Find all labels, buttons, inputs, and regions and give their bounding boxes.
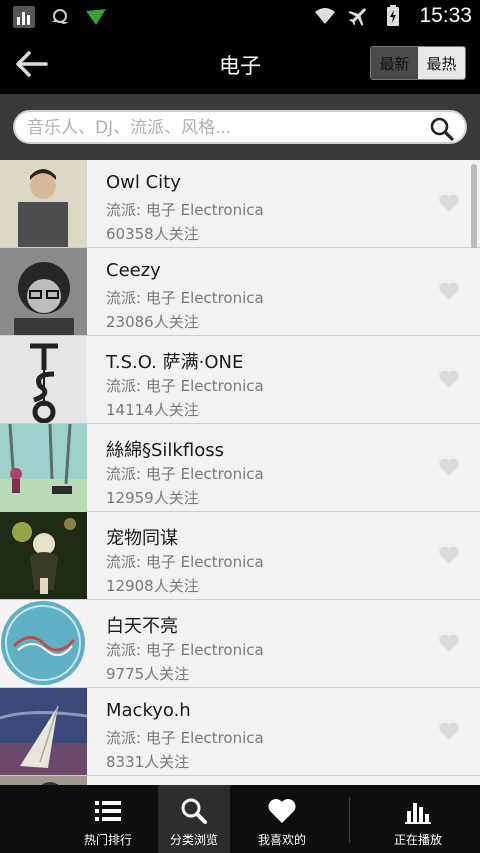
search-icon[interactable] xyxy=(429,116,455,142)
nav-label: 我喜欢的 xyxy=(257,833,306,847)
artist-name: 宠物同谋 xyxy=(106,528,178,549)
follower-count: 12959人关注 xyxy=(106,489,199,507)
artist-genre: 流派: 电子 Electronica xyxy=(106,729,264,747)
artist-genre: 流派: 电子 Electronica xyxy=(106,289,264,307)
favorite-heart-icon[interactable] xyxy=(438,633,460,653)
sort-newest-button[interactable]: 最新 xyxy=(371,47,418,79)
status-bar: 15:33 xyxy=(0,0,480,33)
artist-name: 白天不亮 xyxy=(106,616,178,637)
nav-category-browse[interactable]: 分类浏览 xyxy=(158,785,230,853)
list-item[interactable]: T.S.O. 萨满·ONE 流派: 电子 Electronica 14114人关… xyxy=(0,336,480,424)
nav-hot-ranking[interactable]: 热门排行 xyxy=(70,785,146,853)
list-item[interactable]: 白天不亮 流派: 电子 Electronica 9775人关注 xyxy=(0,600,480,688)
sort-toggle: 最新 最热 xyxy=(370,46,466,80)
nav-label: 分类浏览 xyxy=(169,833,218,847)
artist-thumbnail xyxy=(0,160,87,247)
nav-my-favorites[interactable]: 我喜欢的 xyxy=(244,785,320,853)
nav-divider xyxy=(349,797,350,843)
nav-label: 正在播放 xyxy=(393,833,442,847)
list-item[interactable]: 宠物同谋 流派: 电子 Electronica 12908人关注 xyxy=(0,512,480,600)
favorite-heart-icon[interactable] xyxy=(438,457,460,477)
artist-genre: 流派: 电子 Electronica xyxy=(106,201,264,219)
list-item[interactable]: Ceezy 流派: 电子 Electronica 23086人关注 xyxy=(0,248,480,336)
artist-thumbnail xyxy=(0,336,87,423)
favorite-heart-icon[interactable] xyxy=(438,721,460,741)
sort-hottest-button[interactable]: 最热 xyxy=(418,47,465,79)
search-input[interactable] xyxy=(27,116,427,140)
favorite-heart-icon[interactable] xyxy=(438,545,460,565)
equalizer-icon xyxy=(405,803,431,824)
follower-count: 14114人关注 xyxy=(106,401,199,419)
artist-name: T.S.O. 萨满·ONE xyxy=(106,352,244,373)
list-item-partial[interactable] xyxy=(0,776,480,785)
follower-count: 60358人关注 xyxy=(106,225,199,243)
artist-list[interactable]: Owl City 流派: 电子 Electronica 60358人关注 Cee… xyxy=(0,160,480,785)
artist-genre: 流派: 电子 Electronica xyxy=(106,465,264,483)
follower-count: 23086人关注 xyxy=(106,313,199,331)
search-icon xyxy=(181,798,207,824)
artist-genre: 流派: 电子 Electronica xyxy=(106,377,264,395)
artist-genre: 流派: 电子 Electronica xyxy=(106,641,264,659)
nav-label: 热门排行 xyxy=(83,833,132,847)
follower-count: 9775人关注 xyxy=(106,665,190,683)
artist-thumbnail xyxy=(0,512,87,599)
favorite-heart-icon[interactable] xyxy=(438,193,460,213)
list-item[interactable]: Owl City 流派: 电子 Electronica 60358人关注 xyxy=(0,160,480,279)
nav-now-playing[interactable]: 正在播放 xyxy=(380,785,456,853)
list-item[interactable]: Mackyo.h 流派: 电子 Electronica 8331人关注 xyxy=(0,688,480,776)
search-box xyxy=(13,110,467,144)
signal-stats-icon xyxy=(13,6,35,28)
artist-thumbnail xyxy=(0,248,87,335)
follower-count: 12908人关注 xyxy=(106,577,199,595)
search-area xyxy=(0,94,480,160)
title-bar: 电子 最新 最热 xyxy=(0,33,480,94)
artist-thumbnail xyxy=(0,776,87,785)
artist-genre: 流派: 电子 Electronica xyxy=(106,553,264,571)
artist-thumbnail xyxy=(0,600,87,687)
bottom-navigation: 热门排行 分类浏览 我喜欢的 正在播放 xyxy=(0,785,480,853)
send-icon xyxy=(86,9,106,25)
status-clock: 15:33 xyxy=(419,4,472,27)
weather-icon xyxy=(52,9,68,24)
wifi-icon xyxy=(315,8,336,24)
follower-count: 8331人关注 xyxy=(106,753,190,771)
airplane-mode-icon xyxy=(348,8,367,26)
list-icon xyxy=(95,801,121,821)
artist-thumbnail xyxy=(0,424,87,511)
artist-name: Owl City xyxy=(106,172,181,193)
favorite-heart-icon[interactable] xyxy=(438,281,460,301)
artist-name: Ceezy xyxy=(106,260,161,281)
battery-charging-icon xyxy=(387,5,400,26)
artist-name: Mackyo.h xyxy=(106,700,191,721)
heart-icon xyxy=(268,799,296,823)
artist-thumbnail xyxy=(0,688,87,775)
artist-name: 絲綿§Silkfloss xyxy=(106,440,224,461)
list-item[interactable]: 絲綿§Silkfloss 流派: 电子 Electronica 12959人关注 xyxy=(0,424,480,512)
favorite-heart-icon[interactable] xyxy=(438,369,460,389)
